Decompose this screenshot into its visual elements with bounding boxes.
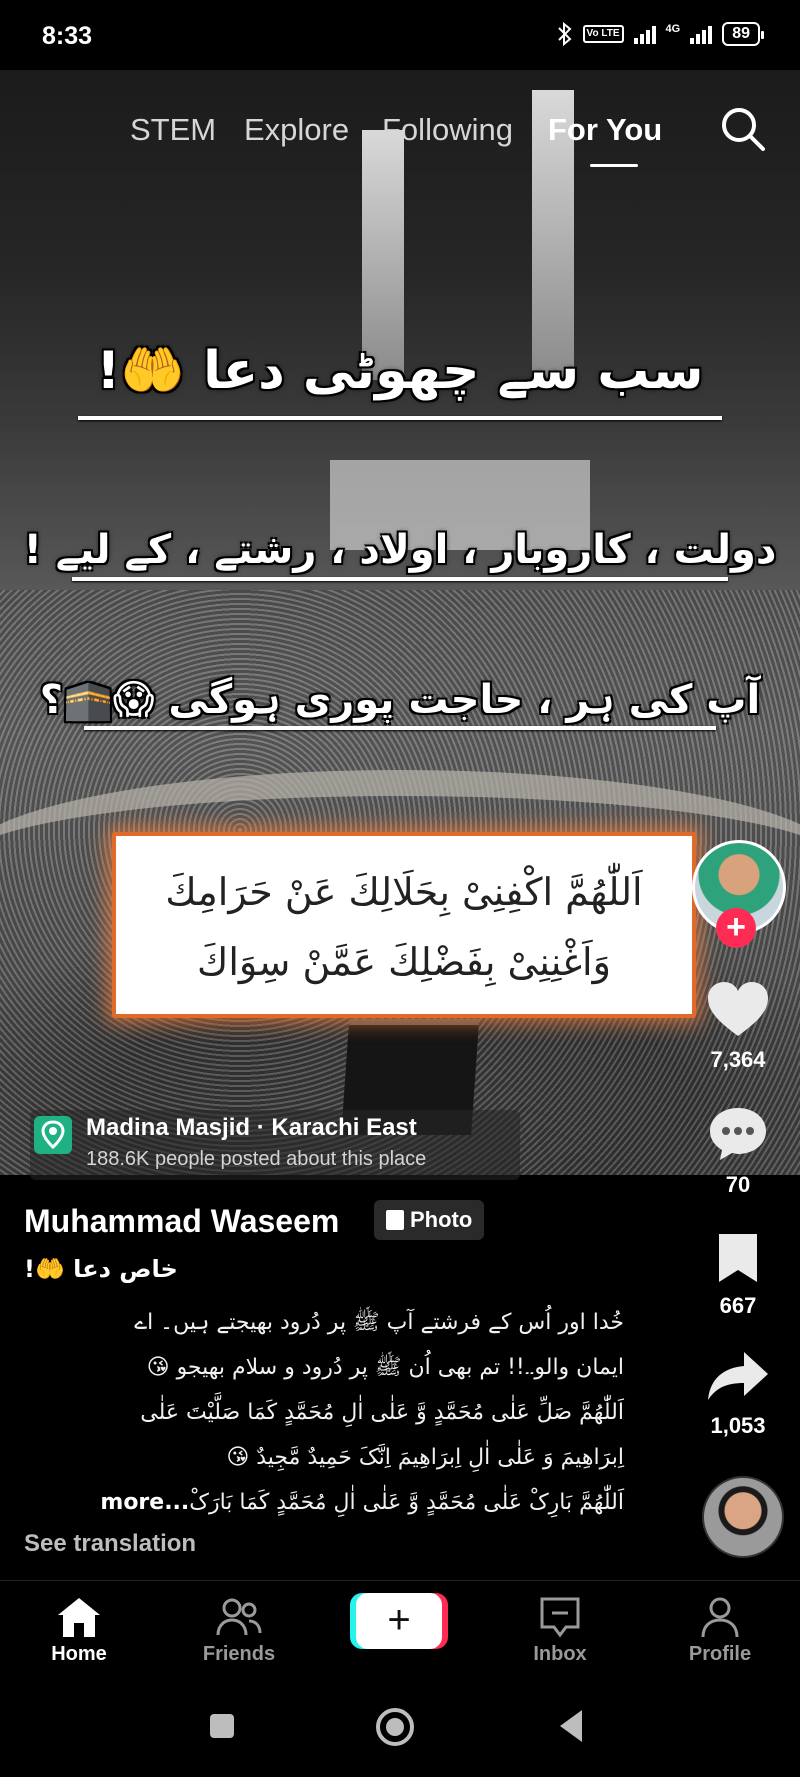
- nav-inbox[interactable]: Inbox: [505, 1595, 615, 1666]
- more-link[interactable]: ...more: [100, 1490, 189, 1515]
- description-line: اِبرَاھِیمَ وَ عَلٰی اٰلِ اِبرَاھِیمَ اِ…: [226, 1445, 624, 1470]
- music-disc[interactable]: [702, 1476, 784, 1558]
- recents-icon[interactable]: [208, 1712, 236, 1740]
- bluetooth-icon: [557, 22, 572, 46]
- nav-friends[interactable]: Friends: [184, 1595, 294, 1666]
- bookmark-icon: [719, 1234, 757, 1282]
- location-chip[interactable]: Madina Masjid · Karachi East 188.6K peop…: [30, 1110, 520, 1180]
- nav-home-label: Home: [51, 1643, 107, 1665]
- back-icon[interactable]: [556, 1708, 586, 1744]
- share-count: 1,053: [710, 1413, 766, 1438]
- tab-stem[interactable]: STEM: [130, 112, 216, 148]
- location-pin-icon: [34, 1116, 72, 1154]
- photo-icon: [386, 1210, 404, 1230]
- bottom-nav: Home Friends + Inbox Profile: [0, 1580, 800, 1681]
- volte-badge: Vo LTE: [582, 25, 624, 43]
- nav-inbox-label: Inbox: [533, 1643, 587, 1665]
- save-count: 667: [719, 1293, 757, 1318]
- caption-underline-2: [72, 577, 728, 581]
- search-icon[interactable]: [720, 106, 766, 152]
- caption-underline-3: [84, 726, 716, 730]
- photo-badge: Photo: [374, 1200, 485, 1240]
- caption-line-3: آپ کی ہر ، حاجت پوری ہوگی 😱🕋؟: [39, 677, 761, 723]
- description-line: اَللّٰھُمَّ بَارِکْ عَلٰی مُحَمَّدٍ وَّ …: [189, 1490, 624, 1515]
- home-icon: [58, 1598, 100, 1637]
- status-icons: Vo LTE 4G 89: [557, 22, 764, 46]
- create-button[interactable]: +: [356, 1593, 442, 1649]
- location-subtitle: 188.6K people posted about this place: [86, 1148, 427, 1170]
- like-count: 7,364: [710, 1047, 766, 1072]
- system-nav: [0, 1680, 800, 1777]
- caption-line-1: سب سے چھوٹی دعا 🤲!: [96, 341, 704, 401]
- inbox-icon: [540, 1597, 580, 1638]
- dua-line-1: اَللّٰھُمَّ اکْفِنِیْ بِحَلَالِكَ عَنْ ح…: [165, 870, 643, 914]
- follow-button[interactable]: +: [716, 908, 756, 948]
- photo-badge-label: Photo: [410, 1207, 473, 1232]
- nav-home[interactable]: Home: [24, 1595, 134, 1666]
- profile-icon: [701, 1597, 739, 1638]
- tab-explore[interactable]: Explore: [244, 112, 349, 148]
- signal-icon: [633, 24, 656, 44]
- nav-profile-label: Profile: [688, 1643, 752, 1665]
- comment-icon: [710, 1108, 766, 1160]
- caption-line-2: دولت ، کاروبار ، اولاد ، رشتے ، کے لیے !: [23, 527, 777, 573]
- home-circle-icon[interactable]: [374, 1706, 416, 1748]
- network-label: 4G: [665, 23, 681, 35]
- friends-icon: [216, 1598, 262, 1636]
- active-tab-indicator: [590, 164, 638, 167]
- dua-card: اَللّٰھُمَّ اکْفِنِیْ بِحَلَالِكَ عَنْ ح…: [112, 832, 696, 1018]
- comment-count: 70: [725, 1172, 751, 1197]
- like-button[interactable]: 7,364: [690, 980, 786, 1073]
- battery-indicator: 89: [722, 22, 764, 46]
- post-description[interactable]: خُدا اور اُس کے فرشتے آپ ﷺ پر دُرود بھیج…: [24, 1300, 624, 1525]
- description-line: ایمان والو۔۔!! تم بھی اُن ﷺ پر دُرود و س…: [146, 1355, 624, 1380]
- description-line: خُدا اور اُس کے فرشتے آپ ﷺ پر دُرود بھیج…: [134, 1310, 624, 1335]
- tab-following[interactable]: Following: [382, 112, 513, 148]
- status-bar: 8:33 Vo LTE 4G 89: [0, 0, 800, 70]
- tab-for-you[interactable]: For You: [548, 112, 662, 148]
- status-time: 8:33: [42, 22, 93, 50]
- nav-friends-label: Friends: [202, 1643, 276, 1665]
- dua-line-2: وَاَغْنِنِیْ بِفَضْلِكَ عَمَّنْ سِوَاكَ: [197, 940, 611, 984]
- save-button[interactable]: 667: [690, 1230, 786, 1319]
- see-translation-link[interactable]: See translation: [24, 1530, 196, 1558]
- description-line-last: اَللّٰھُمَّ بَارِکْ عَلٰی مُحَمَّدٍ وَّ …: [24, 1480, 624, 1525]
- share-icon: [708, 1352, 768, 1400]
- post-title: خاص دعا 🤲!: [24, 1255, 178, 1283]
- share-button[interactable]: 1,053: [690, 1348, 786, 1439]
- caption-underline-1: [78, 416, 722, 420]
- location-name: Madina Masjid · Karachi East: [86, 1114, 417, 1141]
- top-nav: STEM Explore Following For You: [0, 108, 800, 168]
- plus-icon: +: [387, 1598, 411, 1642]
- comment-button[interactable]: 70: [690, 1105, 786, 1198]
- nav-profile[interactable]: Profile: [665, 1595, 775, 1666]
- heart-icon: [708, 982, 768, 1036]
- description-line: اَللّٰھُمَّ صَلِّ عَلٰی مُحَمَّدٍ وَّ عَ…: [140, 1400, 624, 1425]
- author-name[interactable]: Muhammad Waseem: [24, 1203, 339, 1240]
- signal-icon-2: [690, 24, 713, 44]
